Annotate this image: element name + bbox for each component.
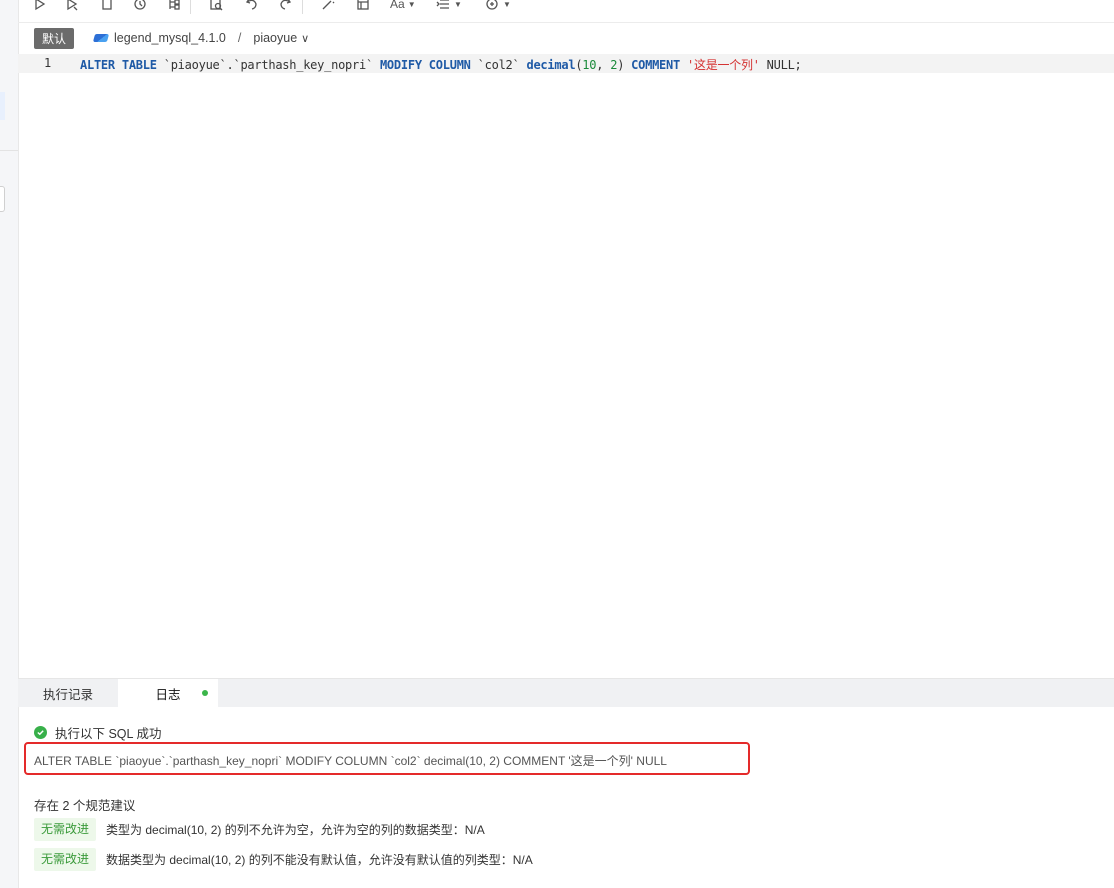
result-panel-tabs: 执行记录 日志 <box>18 678 1114 707</box>
run-icon[interactable] <box>32 0 48 12</box>
indent-icon[interactable]: ▼ <box>435 0 462 12</box>
suggestion-item: 无需改进 数据类型为 decimal(10, 2) 的列不能没有默认值，允许没有… <box>34 848 533 871</box>
run-selected-icon[interactable] <box>64 0 80 12</box>
chevron-down-icon: ▼ <box>407 0 416 9</box>
environment-tag: 默认 <box>34 28 74 49</box>
tab-label: 执行记录 <box>42 687 93 702</box>
explain-icon[interactable] <box>208 0 224 12</box>
font-icon[interactable]: Aa ▼ <box>390 0 416 12</box>
editor-toolbar: Aa ▼ ▼ ▼ <box>18 0 1114 23</box>
left-sidebar <box>0 0 19 888</box>
sql-tail: NULL; <box>766 58 802 72</box>
line-number: 1 <box>44 56 52 70</box>
mysql-datasource-icon <box>92 34 110 42</box>
chevron-down-icon: ∨ <box>301 33 310 45</box>
sql-keyword: MODIFY <box>379 58 422 72</box>
status-badge: 无需改进 <box>34 848 97 871</box>
sql-keyword: COLUMN <box>428 58 471 72</box>
sidebar-collapse-handle[interactable] <box>0 186 5 212</box>
redo-icon[interactable] <box>277 0 293 12</box>
schema-name: piaoyue <box>253 31 298 45</box>
sql-keyword: COMMENT <box>631 58 680 72</box>
tab-execution-history[interactable]: 执行记录 <box>18 679 118 707</box>
stop-icon[interactable] <box>99 0 115 12</box>
breadcrumb-separator: / <box>237 31 242 45</box>
execution-status: 执行以下 SQL 成功 <box>34 723 162 742</box>
breadcrumb: legend_mysql_4.1.0 / piaoyue ∨ <box>92 31 309 45</box>
sql-type: decimal <box>526 58 576 72</box>
executed-sql: ALTER TABLE `piaoyue`.`parthash_key_nopr… <box>34 754 667 768</box>
sql-number: 10 <box>582 58 597 72</box>
suggestions-title: 存在 2 个规范建议 <box>34 799 136 813</box>
sql-identifier: `col2` <box>477 58 520 72</box>
plugin-icon[interactable]: ▼ <box>484 0 511 12</box>
status-badge: 无需改进 <box>34 818 97 841</box>
sql-string: '这是一个列' <box>686 58 760 72</box>
sql-punct: ) <box>617 58 625 72</box>
tab-label: 日志 <box>155 687 181 702</box>
sql-identifier: `piaoyue`.`parthash_key_nopri` <box>163 58 374 72</box>
history-icon[interactable] <box>132 0 148 12</box>
sql-editor-line[interactable]: ALTER TABLE `piaoyue`.`parthash_key_nopr… <box>80 56 802 73</box>
datasource-name[interactable]: legend_mysql_4.1.0 <box>114 31 226 45</box>
undo-icon[interactable] <box>244 0 260 12</box>
suggestion-text: 类型为 decimal(10, 2) 的列不允许为空，允许为空的列的数据类型：N… <box>106 823 485 837</box>
schema-selector[interactable]: piaoyue ∨ <box>253 31 309 45</box>
format-magic-icon[interactable] <box>320 0 336 12</box>
chevron-down-icon: ▼ <box>454 0 462 9</box>
check-circle-icon <box>34 726 47 739</box>
suggestion-item: 无需改进 类型为 decimal(10, 2) 的列不允许为空，允许为空的列的数… <box>34 818 485 841</box>
sql-punct: , <box>596 58 611 72</box>
table-icon[interactable] <box>355 0 371 12</box>
sidebar-active-item[interactable] <box>0 92 5 120</box>
tree-icon[interactable] <box>166 0 182 12</box>
sidebar-divider <box>0 150 18 151</box>
status-dot <box>202 690 208 696</box>
suggestion-text: 数据类型为 decimal(10, 2) 的列不能没有默认值，允许没有默认值的列… <box>106 853 533 867</box>
font-label: Aa <box>390 0 405 11</box>
status-text: 执行以下 SQL 成功 <box>55 727 162 741</box>
chevron-down-icon: ▼ <box>503 0 511 9</box>
sql-keyword: ALTER <box>80 58 115 72</box>
sql-keyword: TABLE <box>121 58 157 72</box>
